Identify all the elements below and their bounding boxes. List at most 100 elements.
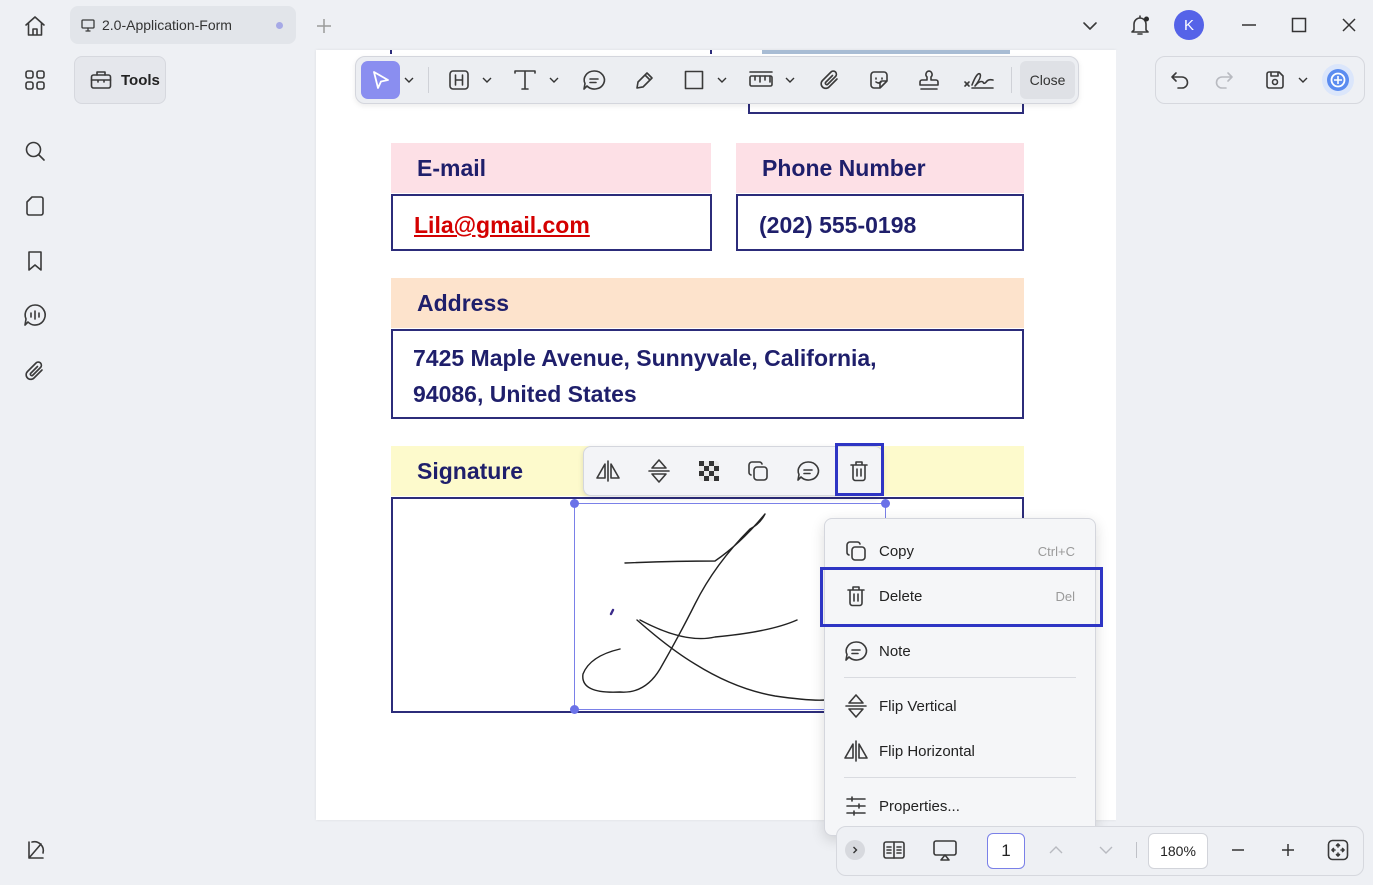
divider [428, 67, 429, 93]
phone-value: (202) 555-0198 [759, 212, 917, 238]
comment-icon[interactable] [792, 456, 824, 486]
zoom-in-icon[interactable] [1276, 838, 1300, 862]
text-icon[interactable] [510, 66, 540, 94]
menu-separator [844, 777, 1076, 778]
divider [1011, 67, 1012, 93]
tab-title: 2.0-Application-Form [102, 17, 232, 33]
right-panel [1116, 50, 1366, 885]
chevron-down-icon[interactable] [1076, 12, 1104, 40]
theme-icon[interactable] [20, 835, 50, 865]
page-layout-icon[interactable] [880, 836, 908, 864]
menu-item-label: Flip Vertical [879, 697, 957, 715]
address-label: Address [391, 278, 1024, 328]
close-toolbar-button[interactable]: Close [1020, 61, 1075, 99]
menu-separator [844, 677, 1076, 678]
divider [1136, 842, 1137, 858]
stamp-icon[interactable] [914, 66, 944, 94]
monitor-icon [81, 19, 95, 32]
menu-item-label: Flip Horizontal [879, 742, 975, 760]
comment-icon[interactable] [20, 300, 50, 330]
address-line-2: 94086, United States [413, 381, 637, 407]
comment-icon[interactable] [579, 66, 609, 94]
redo-icon[interactable] [1210, 66, 1238, 94]
copy-icon[interactable] [742, 456, 774, 486]
chevron-down-icon[interactable] [783, 72, 797, 88]
photo-fragment [762, 50, 1010, 54]
flip-vertical-icon [842, 692, 870, 720]
email-value[interactable]: Lila@gmail.com [414, 212, 590, 239]
address-line-1: 7425 Maple Avenue, Sunnyvale, California… [413, 345, 877, 371]
chevron-down-icon[interactable] [715, 72, 729, 88]
save-icon[interactable] [1261, 66, 1289, 94]
measure-icon[interactable] [745, 66, 777, 94]
signature-icon[interactable] [962, 66, 996, 94]
grid-icon[interactable] [20, 65, 50, 95]
page-fragment [710, 50, 712, 54]
toolbox-icon [90, 71, 112, 89]
unsaved-dot [276, 22, 283, 29]
select-tool-button[interactable] [361, 61, 400, 99]
delete-highlight-box [835, 443, 884, 496]
document-tab[interactable]: 2.0-Application-Form [70, 6, 296, 44]
page-fragment [390, 50, 392, 54]
menu-item-note[interactable]: Note [825, 629, 1097, 673]
copy-icon [842, 537, 870, 565]
search-icon[interactable] [20, 136, 50, 166]
bookmark-icon[interactable] [20, 246, 50, 276]
sticker-icon[interactable] [864, 66, 894, 94]
email-label: E-mail [391, 143, 711, 193]
chevron-down-icon[interactable] [1296, 72, 1310, 88]
undo-icon[interactable] [1166, 66, 1194, 94]
avatar[interactable]: K [1174, 10, 1204, 40]
context-menu: Copy Ctrl+C Delete Del Note Flip Vertica… [824, 518, 1096, 836]
attachment-icon[interactable] [20, 356, 50, 386]
tools-panel [66, 50, 316, 885]
zoom-level[interactable]: 180% [1148, 833, 1208, 869]
chevron-down-icon[interactable] [480, 72, 494, 88]
phone-label: Phone Number [736, 143, 1024, 193]
sliders-icon [842, 792, 870, 820]
flip-horizontal-icon[interactable] [592, 456, 624, 486]
ai-assistant-icon[interactable] [1322, 64, 1354, 96]
minimize-button[interactable] [1236, 12, 1262, 38]
zoom-out-icon[interactable] [1226, 838, 1250, 862]
pen-icon[interactable] [630, 66, 660, 94]
close-window-button[interactable] [1336, 12, 1362, 38]
menu-item-label: Copy [879, 542, 915, 560]
menu-item-flip-horizontal[interactable]: Flip Horizontal [825, 729, 1097, 773]
page-icon[interactable] [20, 191, 50, 221]
fit-page-icon[interactable] [1324, 836, 1352, 864]
transparency-icon[interactable] [693, 456, 725, 486]
tools-label: Tools [121, 71, 160, 89]
menu-item-label: Note [879, 642, 911, 660]
menu-item-shortcut: Ctrl+C [1037, 543, 1075, 559]
delete-menu-highlight-box [820, 567, 1103, 627]
menu-item-flip-vertical[interactable]: Flip Vertical [825, 684, 1097, 728]
maximize-button[interactable] [1286, 12, 1312, 38]
previous-page-icon[interactable] [1044, 838, 1068, 862]
phone-field[interactable]: (202) 555-0198 [736, 194, 1024, 251]
email-field[interactable]: Lila@gmail.com [391, 194, 712, 251]
attachment-icon[interactable] [815, 66, 845, 94]
highlight-icon[interactable] [445, 66, 473, 94]
tools-button[interactable]: Tools [74, 56, 166, 104]
new-tab-button[interactable] [310, 12, 338, 40]
shape-icon[interactable] [680, 66, 708, 94]
comment-icon [842, 637, 870, 665]
flip-vertical-icon[interactable] [643, 456, 675, 486]
address-field[interactable]: 7425 Maple Avenue, Sunnyvale, California… [391, 329, 1024, 419]
menu-item-properties[interactable]: Properties... [825, 784, 1097, 828]
chevron-down-icon[interactable] [402, 72, 416, 88]
resize-handle[interactable] [570, 705, 579, 714]
home-icon[interactable] [18, 9, 52, 43]
page-number-input[interactable]: 1 [987, 833, 1025, 869]
cursor-icon [372, 71, 389, 89]
chevron-down-icon[interactable] [547, 72, 561, 88]
presentation-icon[interactable] [930, 836, 960, 864]
next-page-icon[interactable] [1094, 838, 1118, 862]
resize-handle[interactable] [570, 499, 579, 508]
notification-bell-icon[interactable] [1124, 9, 1156, 41]
expand-icon[interactable] [845, 840, 865, 860]
flip-horizontal-icon [842, 737, 870, 765]
resize-handle[interactable] [881, 499, 890, 508]
